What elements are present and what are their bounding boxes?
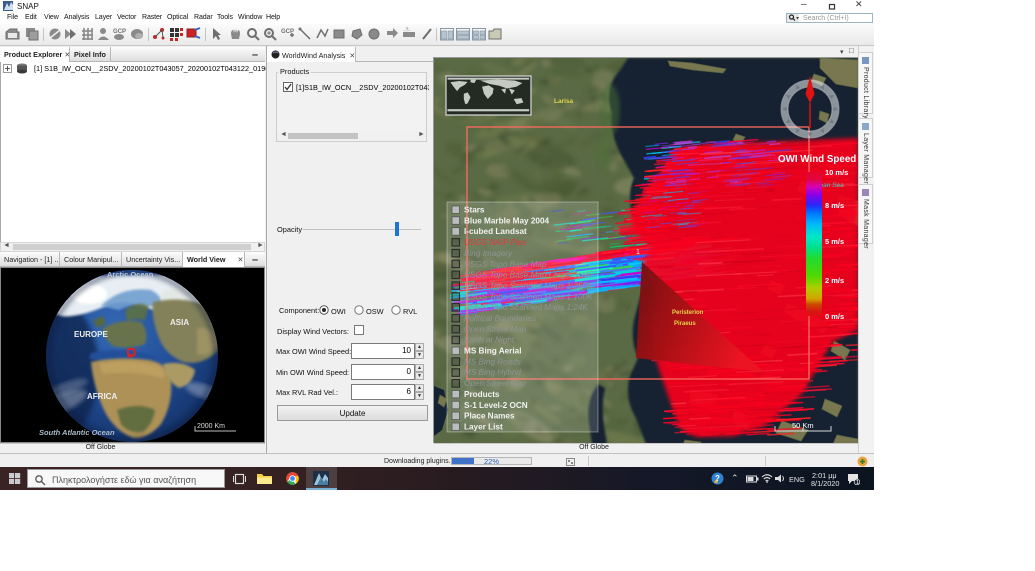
svg-text:1: 1 xyxy=(856,480,859,485)
svg-text:10 m/s: 10 m/s xyxy=(825,168,848,177)
svg-text:South Atlantic Ocean: South Atlantic Ocean xyxy=(39,428,115,437)
svg-text:Larisa: Larisa xyxy=(554,98,574,105)
svg-text:USGS NAIP Plus: USGS NAIP Plus xyxy=(464,238,527,247)
svg-text:-?-: -?- xyxy=(404,28,410,34)
svg-text:Open Street Map: Open Street Map xyxy=(464,325,527,334)
svg-text:?: ? xyxy=(715,474,720,483)
svg-text:USGS Topo Base Map Large Scale: USGS Topo Base Map Large Scale xyxy=(464,271,593,280)
svg-text:USGS Topo Scanned Maps 1:250K: USGS Topo Scanned Maps 1:250K xyxy=(464,281,593,290)
svg-text:S-1 Level-2 OCN: S-1 Level-2 OCN xyxy=(464,401,528,410)
svg-text:USGS Topo Scanned Maps 1:24K: USGS Topo Scanned Maps 1:24K xyxy=(464,303,588,312)
svg-text:Political Boundaries: Political Boundaries xyxy=(464,314,536,323)
svg-text:Arctic Ocean: Arctic Ocean xyxy=(107,270,154,279)
svg-text:0 m/s: 0 m/s xyxy=(825,312,844,321)
svg-text:ASIA: ASIA xyxy=(170,318,189,327)
svg-text:USGS Topo Scanned Maps 1:100K: USGS Topo Scanned Maps 1:100K xyxy=(464,292,593,301)
svg-text:2000 Km: 2000 Km xyxy=(197,423,225,430)
svg-text:Bing Imagery: Bing Imagery xyxy=(464,249,513,258)
svg-text:1: 1 xyxy=(636,249,640,256)
svg-text:I-cubed Landsat: I-cubed Landsat xyxy=(464,227,527,236)
svg-text:Open Street Map: Open Street Map xyxy=(464,379,527,388)
svg-text:Products: Products xyxy=(464,390,500,399)
svg-text:Peristerion: Peristerion xyxy=(672,310,704,316)
svg-text:MS Bing Hybrid: MS Bing Hybrid xyxy=(464,368,521,377)
svg-text:MS Bing Roads: MS Bing Roads xyxy=(464,357,521,366)
svg-text:MS Bing Aerial: MS Bing Aerial xyxy=(464,347,521,356)
svg-text:Stars: Stars xyxy=(464,206,485,215)
svg-text:OWI Wind Speed: OWI Wind Speed xyxy=(778,154,856,165)
svg-text:Blue Marble May 2004: Blue Marble May 2004 xyxy=(464,216,550,225)
svg-text:USGS Topo Base Map: USGS Topo Base Map xyxy=(464,260,547,269)
svg-text:Layer List: Layer List xyxy=(464,423,503,432)
svg-text:Earth at Night: Earth at Night xyxy=(464,336,515,345)
svg-text:EUROPE: EUROPE xyxy=(74,330,108,339)
svg-text:5 m/s: 5 m/s xyxy=(825,237,844,246)
svg-text:AFRICA: AFRICA xyxy=(87,392,117,401)
svg-text:Place Names: Place Names xyxy=(464,412,515,421)
svg-text:2 m/s: 2 m/s xyxy=(825,276,844,285)
svg-text:8 m/s: 8 m/s xyxy=(825,201,844,210)
svg-text:Piraeus: Piraeus xyxy=(674,321,696,327)
